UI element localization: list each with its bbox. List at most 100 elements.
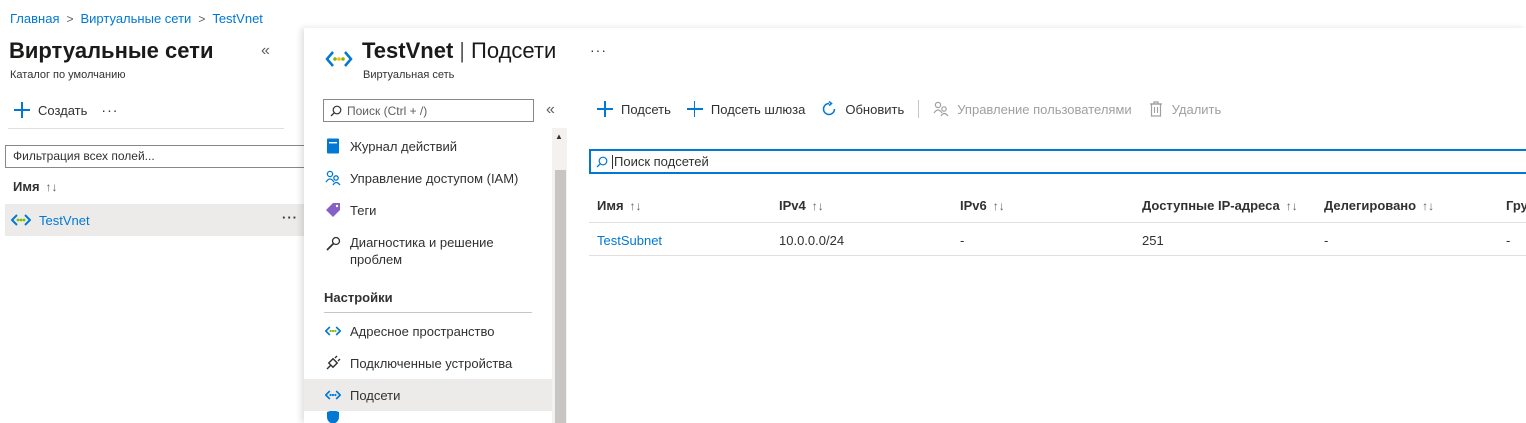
menu-item-label: Подсети: [350, 387, 401, 403]
filter-input[interactable]: Фильтрация всех полей...: [5, 145, 310, 168]
tag-icon: [325, 202, 341, 218]
chevron-right-icon: >: [198, 11, 206, 26]
scrollbar-thumb[interactable]: [555, 170, 566, 423]
toolbar-separator: [918, 100, 920, 118]
sort-icon: ↑↓: [1422, 199, 1435, 213]
subnet-name-link[interactable]: TestSubnet: [597, 233, 662, 248]
users-icon: [933, 101, 949, 117]
collapse-menu-icon[interactable]: «: [546, 101, 555, 119]
chevron-right-icon: >: [66, 11, 74, 26]
cell-ipv6: -: [960, 233, 965, 248]
menu-item-activity-log[interactable]: Журнал действий: [304, 130, 552, 162]
table-divider: [589, 222, 1526, 223]
refresh-button[interactable]: Обновить: [821, 101, 904, 117]
more-icon[interactable]: ···: [590, 42, 607, 58]
cell-ipv4: 10.0.0.0/24: [779, 233, 845, 248]
column-header-label: Имя: [13, 179, 40, 194]
cell-group: -: [1506, 233, 1511, 248]
shield-icon: [325, 411, 341, 423]
add-gateway-subnet-label: Подсеть шлюза: [710, 101, 806, 117]
blade-subtitle: Виртуальная сеть: [363, 69, 455, 81]
column-header-name[interactable]: Имя ↑↓: [13, 179, 58, 194]
sort-icon: ↑↓: [811, 199, 824, 213]
more-icon[interactable]: ···: [282, 210, 298, 225]
cell-available-ips: 251: [1142, 233, 1164, 248]
sort-icon: ↑↓: [1285, 199, 1298, 213]
menu-item-iam[interactable]: Управление доступом (IAM): [304, 162, 552, 194]
breadcrumb-home[interactable]: Главная: [10, 11, 59, 26]
menu-item-diagnose[interactable]: Диагностика и решение проблем: [304, 230, 552, 278]
more-icon[interactable]: ···: [101, 102, 118, 118]
blade-title-page: Подсети: [471, 38, 557, 63]
column-header-label: IPv6: [960, 198, 987, 213]
column-header-available-ips[interactable]: Доступные IP-адреса ↑↓: [1142, 198, 1298, 213]
menu-section-settings: Настройки: [324, 290, 393, 305]
menu-item-address-space[interactable]: Адресное пространство: [304, 315, 552, 347]
table-divider: [589, 255, 1526, 256]
sort-icon: ↑↓: [992, 199, 1005, 213]
add-subnet-button[interactable]: Подсеть: [597, 101, 671, 117]
menu-search-input[interactable]: Поиск (Ctrl + /): [323, 99, 534, 122]
delete-label: Удалить: [1171, 101, 1222, 117]
activity-log-icon: [325, 138, 341, 154]
column-header-label: Гру: [1506, 198, 1526, 213]
menu-item-connected-devices[interactable]: Подключенные устройства: [304, 347, 552, 379]
column-header-delegated[interactable]: Делегировано ↑↓: [1324, 198, 1434, 213]
plus-icon: [686, 101, 703, 117]
plus-icon: [14, 102, 30, 118]
add-gateway-subnet-button[interactable]: Подсеть шлюза: [686, 101, 806, 117]
subnet-search-placeholder: Поиск подсетей: [614, 154, 709, 169]
page-title: Виртуальные сети: [9, 38, 214, 63]
blade-title: TestVnet | Подсети: [362, 38, 556, 64]
column-header-label: Доступные IP-адреса: [1142, 198, 1280, 213]
subnet-search-input[interactable]: Поиск подсетей: [589, 149, 1526, 174]
create-button[interactable]: Создать: [14, 102, 87, 118]
menu-item-tags[interactable]: Теги: [304, 194, 552, 226]
text-cursor: [612, 154, 613, 169]
left-command-bar: Создать ···: [14, 102, 118, 118]
delete-button[interactable]: Удалить: [1148, 101, 1222, 117]
breadcrumb-virtual-networks[interactable]: Виртуальные сети: [81, 11, 192, 26]
plug-icon: [325, 355, 341, 371]
menu-item-partial[interactable]: [304, 411, 552, 423]
cell-delegated: -: [1324, 233, 1329, 248]
refresh-label: Обновить: [845, 101, 905, 117]
column-header-label: Делегировано: [1324, 198, 1417, 213]
menu-item-label: Журнал действий: [350, 138, 458, 154]
divider: [324, 312, 532, 313]
list-item-name[interactable]: TestVnet: [39, 213, 90, 228]
title-separator: |: [459, 38, 465, 63]
manage-users-button[interactable]: Управление пользователями: [933, 101, 1132, 117]
search-icon: [596, 156, 608, 167]
column-header-label: Имя: [597, 198, 624, 213]
column-header-name[interactable]: Имя ↑↓: [597, 198, 642, 213]
scroll-up-icon[interactable]: ▲: [555, 132, 563, 141]
breadcrumb-testvnet[interactable]: TestVnet: [212, 11, 263, 26]
column-header-label: IPv4: [779, 198, 806, 213]
column-header-group[interactable]: Гру: [1506, 198, 1526, 213]
sort-icon: ↑↓: [45, 180, 58, 194]
command-bar: Подсеть Подсеть шлюза Обновить Управлени…: [597, 100, 1237, 118]
subnet-icon: [325, 387, 341, 403]
menu-item-label: Диагностика и решение проблем: [350, 235, 494, 267]
menu-item-label: Подключенные устройства: [350, 355, 513, 371]
column-header-ipv6[interactable]: IPv6 ↑↓: [960, 198, 1005, 213]
wrench-icon: [325, 236, 341, 252]
page-subtitle: Каталог по умолчанию: [10, 69, 126, 81]
iam-icon: [325, 170, 341, 186]
virtual-network-icon: [325, 48, 353, 70]
blade-title-resource: TestVnet: [362, 38, 454, 63]
trash-icon: [1148, 101, 1164, 117]
sort-icon: ↑↓: [629, 199, 642, 213]
refresh-icon: [821, 101, 837, 117]
collapse-panel-icon[interactable]: «: [261, 42, 270, 60]
column-header-ipv4[interactable]: IPv4 ↑↓: [779, 198, 824, 213]
add-subnet-label: Подсеть: [621, 101, 671, 117]
divider: [8, 128, 284, 129]
search-icon: [330, 105, 342, 116]
create-label: Создать: [38, 102, 88, 118]
menu-item-subnets[interactable]: Подсети: [304, 379, 552, 411]
list-item[interactable]: TestVnet ···: [5, 204, 304, 236]
virtual-network-icon: [10, 213, 32, 227]
menu-item-label: Теги: [350, 202, 377, 218]
